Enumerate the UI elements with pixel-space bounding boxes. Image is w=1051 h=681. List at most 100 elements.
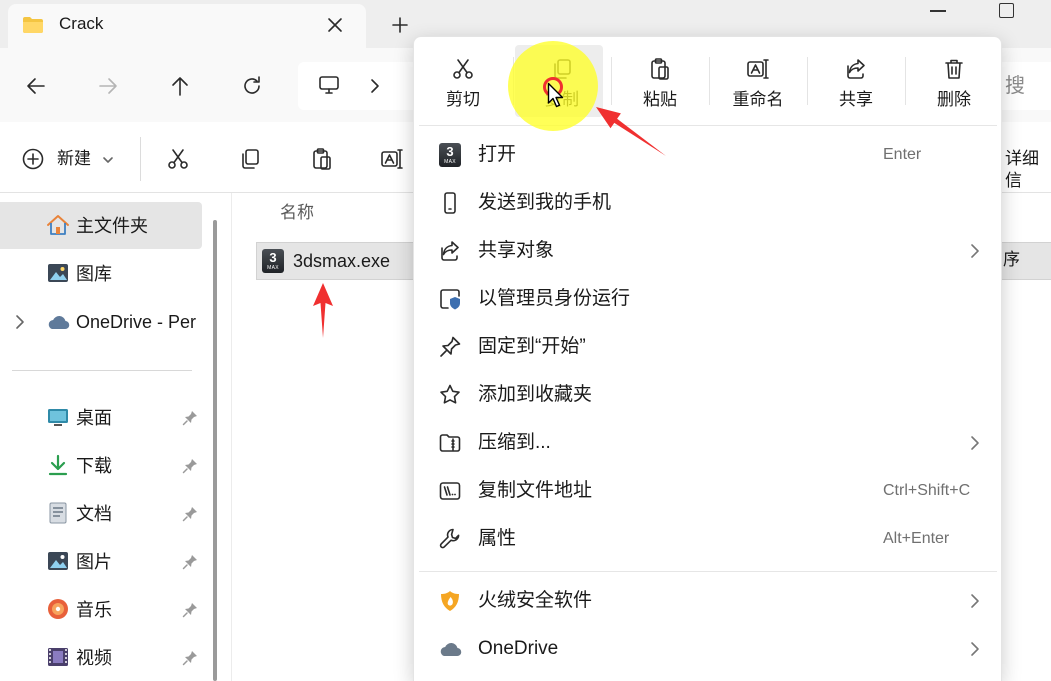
shield-admin-icon (438, 287, 462, 311)
sidebar-item-pictures[interactable]: 图片 (76, 550, 112, 574)
menu-item-copy-as-path[interactable]: 复制文件地址 Ctrl+Shift+C (418, 469, 997, 513)
chevron-down-icon[interactable] (102, 154, 114, 166)
sidebar-item-onedrive[interactable]: OneDrive - Per (76, 310, 202, 334)
chevron-right-icon[interactable] (968, 243, 982, 259)
share-icon[interactable] (844, 57, 868, 81)
menu-item-label[interactable]: 打开 (478, 143, 516, 167)
pane-divider[interactable] (231, 193, 232, 681)
pin-icon[interactable] (182, 602, 198, 618)
cut-action-label[interactable]: 剪切 (414, 89, 512, 111)
sidebar-item-home[interactable]: 主文件夹 (76, 214, 148, 238)
sidebar-item-downloads[interactable]: 下载 (76, 454, 112, 478)
search-placeholder[interactable]: 搜 (1005, 74, 1025, 98)
annotation-arrow-to-file (313, 283, 333, 338)
menu-item-share-with[interactable]: 共享对象 (418, 229, 997, 273)
paste-action[interactable]: 粘贴 (611, 37, 709, 125)
menu-item-label[interactable]: 复制文件地址 (478, 479, 592, 503)
menu-item-label[interactable]: 火绒安全软件 (478, 589, 592, 613)
menu-separator (419, 125, 997, 126)
3dsmax-app-icon: 3 MAX (439, 143, 461, 167)
3dsmax-icon-caption: MAX (444, 159, 456, 165)
sidebar-divider (12, 370, 192, 371)
new-tab-icon[interactable] (392, 17, 408, 33)
pin-icon[interactable] (182, 650, 198, 666)
menu-separator (419, 571, 997, 572)
minimize-button[interactable] (930, 10, 946, 12)
mouse-cursor-icon (547, 82, 565, 109)
action-divider (807, 57, 808, 105)
menu-item-add-to-favorites[interactable]: 添加到收藏夹 (418, 373, 997, 417)
copy-icon[interactable] (238, 147, 262, 171)
back-arrow-icon[interactable] (24, 74, 48, 98)
rename-icon[interactable] (746, 57, 770, 81)
menu-item-label[interactable]: 固定到“开始” (478, 335, 586, 359)
menu-item-huorong[interactable]: 火绒安全软件 (418, 579, 997, 623)
videos-icon (46, 646, 70, 668)
column-header-name[interactable]: 名称 (280, 202, 314, 224)
pin-icon[interactable] (182, 506, 198, 522)
menu-item-label[interactable]: 以管理员身份运行 (478, 287, 630, 311)
sidebar-item-videos[interactable]: 视频 (76, 646, 112, 670)
menu-item-label[interactable]: 添加到收藏夹 (478, 383, 592, 407)
3dsmax-icon-digit: 3 (269, 250, 277, 265)
file-name[interactable]: 3dsmax.exe (293, 249, 390, 273)
pin-icon (438, 335, 462, 359)
zip-folder-icon (438, 431, 462, 455)
pin-icon[interactable] (182, 458, 198, 474)
this-pc-monitor-icon[interactable] (318, 74, 340, 96)
rename-action[interactable]: 重命名 (709, 37, 807, 125)
close-tab-icon[interactable] (327, 17, 343, 33)
menu-item-send-to-phone[interactable]: 发送到我的手机 (418, 181, 997, 225)
delete-action[interactable]: 删除 (905, 37, 1003, 125)
chevron-right-icon[interactable] (968, 435, 982, 451)
new-plus-circle-icon[interactable] (22, 148, 44, 170)
expand-chevron-icon[interactable] (14, 314, 26, 330)
pin-icon[interactable] (182, 410, 198, 426)
breadcrumb-chevron-icon[interactable] (368, 78, 382, 94)
sidebar-item-desktop[interactable]: 桌面 (76, 406, 112, 430)
paste-icon[interactable] (648, 57, 672, 81)
sidebar-item-music[interactable]: 音乐 (76, 598, 112, 622)
refresh-icon[interactable] (240, 74, 264, 98)
menu-item-compress-to[interactable]: 压缩到... (418, 421, 997, 465)
rename-action-label[interactable]: 重命名 (709, 89, 807, 111)
forward-arrow-icon[interactable] (96, 74, 120, 98)
menu-item-label[interactable]: 共享对象 (478, 239, 554, 263)
paste-action-label[interactable]: 粘贴 (611, 89, 709, 111)
scissors-icon[interactable] (451, 57, 475, 81)
menu-item-properties[interactable]: 属性 Alt+Enter (418, 517, 997, 561)
chevron-right-icon[interactable] (968, 641, 982, 657)
menu-item-pin-to-start[interactable]: 固定到“开始” (418, 325, 997, 369)
menu-item-label[interactable]: 压缩到... (478, 431, 551, 455)
maximize-button[interactable] (999, 3, 1014, 18)
menu-item-label[interactable]: 属性 (478, 527, 516, 551)
menu-item-open[interactable]: 3 MAX 打开 Enter (418, 133, 997, 177)
delete-action-label[interactable]: 删除 (905, 89, 1003, 111)
chevron-right-icon[interactable] (968, 593, 982, 609)
share-icon (438, 239, 462, 263)
menu-item-label[interactable]: 发送到我的手机 (478, 191, 611, 215)
cut-action[interactable]: 剪切 (414, 37, 512, 125)
delete-icon[interactable] (942, 57, 966, 81)
new-button-label[interactable]: 新建 (57, 148, 91, 170)
share-action[interactable]: 共享 (807, 37, 905, 125)
action-divider (905, 57, 906, 105)
sidebar-item-gallery[interactable]: 图库 (76, 262, 112, 286)
3dsmax-icon-caption: MAX (267, 265, 279, 271)
sidebar-item-documents[interactable]: 文档 (76, 502, 112, 526)
menu-item-run-as-admin[interactable]: 以管理员身份运行 (418, 277, 997, 321)
details-button-label[interactable]: 详细信 (1005, 148, 1051, 192)
up-arrow-icon[interactable] (168, 74, 192, 98)
pin-icon[interactable] (182, 554, 198, 570)
sidebar-scrollbar[interactable] (213, 220, 217, 681)
share-action-label[interactable]: 共享 (807, 89, 905, 111)
scissors-icon[interactable] (166, 147, 190, 171)
rename-icon[interactable] (380, 147, 404, 171)
menu-item-shortcut: Alt+Enter (883, 530, 950, 547)
paste-icon[interactable] (310, 147, 334, 171)
tab-title: Crack (59, 14, 104, 33)
copy-path-icon (438, 479, 462, 503)
huorong-icon (438, 589, 462, 613)
menu-item-label[interactable]: OneDrive (478, 637, 558, 661)
menu-item-onedrive[interactable]: OneDrive (418, 627, 997, 671)
